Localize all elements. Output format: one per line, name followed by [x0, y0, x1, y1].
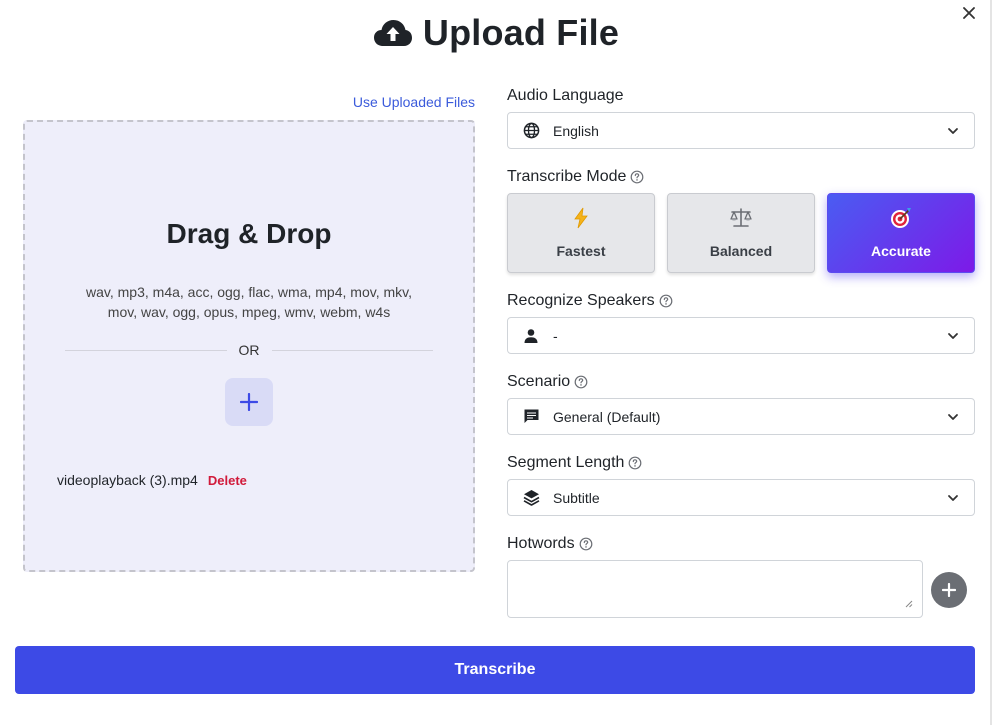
header: Upload File	[0, 12, 992, 54]
page-title: Upload File	[422, 12, 620, 53]
transcribe-mode-label-text: Transcribe Mode	[507, 168, 627, 185]
close-button[interactable]	[958, 2, 980, 24]
close-icon	[963, 7, 975, 19]
mode-fastest-button[interactable]: Fastest	[507, 193, 655, 273]
add-hotword-button[interactable]	[931, 572, 967, 608]
transcribe-button[interactable]: Transcribe	[15, 646, 975, 694]
help-icon[interactable]	[574, 375, 588, 389]
chevron-down-icon	[948, 332, 958, 339]
hotwords-textarea[interactable]	[507, 560, 923, 618]
file-name: videoplayback (3).mp4	[57, 472, 198, 488]
add-file-button[interactable]	[225, 378, 273, 426]
target-icon	[889, 206, 913, 230]
drop-zone[interactable]: Drag & Drop wav, mp3, m4a, acc, ogg, fla…	[23, 120, 475, 572]
divider-line	[271, 349, 433, 351]
supported-formats: wav, mp3, m4a, acc, ogg, flac, wma, mp4,…	[55, 282, 443, 322]
scenario-select[interactable]: General (Default)	[507, 398, 975, 435]
segment-length-label: Segment Length	[507, 454, 642, 472]
or-label: OR	[238, 342, 260, 358]
plus-icon	[942, 583, 956, 597]
uploaded-file-row: videoplayback (3).mp4 Delete	[57, 472, 247, 488]
scenario-value: General (Default)	[553, 408, 661, 425]
resize-handle-icon[interactable]	[905, 600, 913, 608]
layers-icon	[522, 489, 540, 507]
help-icon[interactable]	[579, 537, 593, 551]
mode-balanced-label: Balanced	[709, 243, 773, 259]
recognize-speakers-label-text: Recognize Speakers	[507, 292, 655, 309]
chevron-down-icon	[948, 413, 958, 420]
recognize-speakers-select[interactable]: -	[507, 317, 975, 354]
hotwords-label: Hotwords	[507, 535, 593, 553]
or-divider: OR	[65, 342, 433, 358]
segment-length-label-text: Segment Length	[507, 454, 625, 471]
formats-line-2: mov, wav, ogg, opus, mpeg, wmv, webm, w4…	[107, 304, 391, 320]
lightning-icon	[569, 206, 593, 230]
mode-accurate-button[interactable]: Accurate	[827, 193, 975, 273]
segment-length-select[interactable]: Subtitle	[507, 479, 975, 516]
help-icon[interactable]	[628, 456, 642, 470]
drag-drop-title: Drag & Drop	[166, 218, 332, 249]
divider-line	[65, 349, 227, 351]
scale-icon	[729, 206, 753, 230]
audio-language-select[interactable]: English	[507, 112, 975, 149]
recognize-speakers-value: -	[553, 327, 558, 344]
segment-length-value: Subtitle	[553, 489, 600, 506]
audio-language-label-text: Audio Language	[507, 87, 624, 104]
hotwords-label-text: Hotwords	[507, 535, 575, 552]
scenario-label: Scenario	[507, 373, 588, 391]
mode-fastest-label: Fastest	[556, 243, 606, 259]
message-icon	[522, 408, 540, 426]
mode-balanced-button[interactable]: Balanced	[667, 193, 815, 273]
transcribe-mode-group: Fastest Balanced Accurate	[507, 193, 975, 273]
formats-line-1: wav, mp3, m4a, acc, ogg, flac, wma, mp4,…	[86, 284, 412, 300]
use-uploaded-files-link[interactable]: Use Uploaded Files	[353, 94, 475, 110]
transcribe-mode-label: Transcribe Mode	[507, 168, 644, 186]
delete-file-button[interactable]: Delete	[208, 473, 247, 488]
person-icon	[522, 327, 540, 345]
globe-icon	[522, 122, 540, 140]
chevron-down-icon	[948, 494, 958, 501]
cloud-upload-icon	[373, 18, 413, 48]
audio-language-value: English	[553, 122, 599, 139]
help-icon[interactable]	[630, 170, 644, 184]
help-icon[interactable]	[659, 294, 673, 308]
mode-accurate-label: Accurate	[871, 243, 931, 259]
recognize-speakers-label: Recognize Speakers	[507, 292, 673, 310]
audio-language-label: Audio Language	[507, 87, 624, 105]
scenario-label-text: Scenario	[507, 373, 571, 390]
chevron-down-icon	[948, 127, 958, 134]
plus-icon	[240, 393, 258, 411]
